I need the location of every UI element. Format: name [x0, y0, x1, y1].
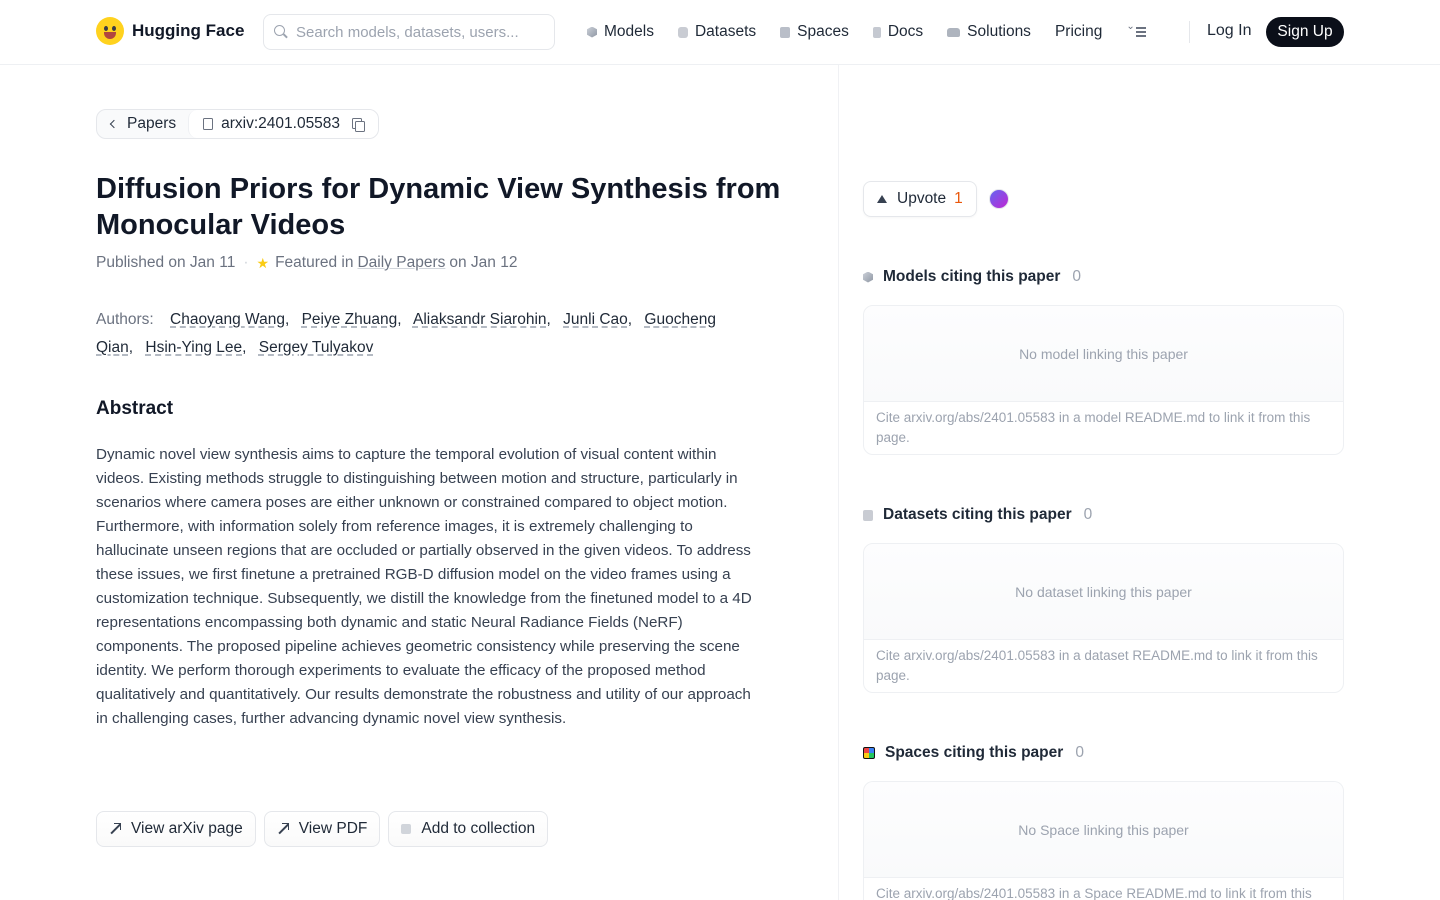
external-arrow-icon — [277, 823, 289, 835]
nav-pricing-label: Pricing — [1054, 23, 1103, 40]
published-date: Published on Jan 11 — [96, 254, 236, 271]
nav-solutions-label: Solutions — [967, 23, 1031, 40]
author-link[interactable]: Hsin-Ying Lee — [145, 339, 242, 356]
models-citing-count: 0 — [1072, 268, 1082, 285]
authors-list: Authors: Chaoyang Wang, Peiye Zhuang, Al… — [96, 311, 716, 356]
spaces-cite-note: Cite arxiv.org/abs/2401.05583 in a Space… — [876, 886, 1312, 900]
copy-icon[interactable] — [352, 118, 366, 132]
datasets-cite-note: Cite arxiv.org/abs/2401.05583 in a datas… — [876, 648, 1318, 683]
spaces-citing-title: Spaces citing this paper — [885, 744, 1064, 761]
paper-title: Diffusion Priors for Dynamic View Synthe… — [96, 173, 781, 241]
upvote-button[interactable]: Upvote 1 — [863, 181, 977, 217]
view-arxiv-label: View arXiv page — [131, 820, 243, 837]
chevron-left-icon — [109, 119, 119, 129]
add-to-collection-button[interactable]: Add to collection — [388, 811, 549, 847]
top-header: Hugging Face Models Datasets Spaces Docs… — [0, 0, 1440, 65]
spaces-icon — [863, 747, 875, 759]
header-divider — [1189, 21, 1190, 43]
view-pdf-button[interactable]: View PDF — [263, 811, 381, 847]
upvote-label: Upvote — [897, 190, 947, 207]
nav-models-label: Models — [604, 23, 654, 40]
author-link[interactable]: Chaoyang Wang — [170, 311, 285, 328]
models-icon — [587, 26, 597, 38]
nav-spaces-label: Spaces — [797, 23, 849, 40]
main-nav: Models Datasets Spaces Docs Solutions Pr… — [587, 20, 1147, 44]
search-box[interactable] — [263, 14, 555, 50]
models-cite-note: Cite arxiv.org/abs/2401.05583 in a model… — [876, 410, 1311, 445]
search-icon — [274, 25, 288, 39]
nav-docs-label: Docs — [887, 23, 924, 40]
datasets-icon — [677, 26, 688, 38]
datasets-icon — [863, 509, 873, 521]
collection-icon — [401, 824, 412, 834]
models-empty-state: No model linking this paper — [864, 306, 1343, 402]
datasets-citing-title: Datasets citing this paper — [883, 506, 1072, 523]
datasets-citing-card: No dataset linking this paper Cite arxiv… — [863, 543, 1344, 693]
nav-models[interactable]: Models — [587, 23, 654, 41]
spaces-icon — [780, 26, 791, 38]
nav-solutions[interactable]: Solutions — [947, 23, 1031, 41]
file-icon — [203, 118, 214, 130]
back-label: Papers — [127, 115, 177, 132]
models-citing-title: Models citing this paper — [883, 268, 1061, 285]
add-collection-label: Add to collection — [421, 820, 536, 837]
spaces-empty-state: No Space linking this paper — [864, 782, 1343, 878]
nav-datasets[interactable]: Datasets — [677, 23, 757, 41]
paper-actions: View arXiv page View PDF Add to collecti… — [96, 811, 549, 847]
author-link[interactable]: Aliaksandr Siarohin — [413, 311, 547, 328]
nav-pricing[interactable]: Pricing — [1055, 23, 1102, 41]
paper-id-chip: arxiv:2401.05583 — [188, 110, 379, 138]
spaces-citing-count: 0 — [1075, 744, 1084, 761]
datasets-citing-count: 0 — [1083, 506, 1093, 523]
view-arxiv-button[interactable]: View arXiv page — [96, 811, 256, 847]
featured-prefix: Featured in — [275, 254, 354, 271]
back-to-papers-link[interactable]: Papers — [97, 110, 188, 138]
nav-spaces[interactable]: Spaces — [780, 23, 849, 41]
search-input[interactable] — [296, 23, 536, 41]
spaces-citing-heading: Spaces citing this paper 0 — [863, 744, 1084, 762]
signup-button[interactable]: Sign Up — [1266, 17, 1344, 47]
daily-papers-link[interactable]: Daily Papers — [357, 254, 445, 272]
paper-id: arxiv:2401.05583 — [221, 115, 341, 132]
author-link[interactable]: Peiye Zhuang — [302, 311, 398, 328]
author-link[interactable]: Sergey Tulyakov — [259, 339, 374, 356]
breadcrumb: Papers arxiv:2401.05583 — [96, 109, 380, 139]
featured-suffix: on Jan 12 — [449, 254, 518, 271]
external-arrow-icon — [109, 823, 121, 835]
brand-logo[interactable]: Hugging Face — [96, 17, 244, 45]
paper-meta: Published on Jan 11 · ★ Featured in Dail… — [96, 254, 517, 272]
models-citing-heading: Models citing this paper 0 — [863, 268, 1081, 286]
models-citing-card: No model linking this paper Cite arxiv.o… — [863, 305, 1344, 455]
star-icon: ★ — [256, 254, 270, 271]
view-pdf-label: View PDF — [298, 820, 368, 837]
meta-separator: · — [243, 254, 249, 271]
abstract-heading: Abstract — [96, 398, 174, 419]
authors-label: Authors: — [96, 311, 154, 328]
docs-icon — [872, 26, 881, 38]
upvote-count: 1 — [954, 190, 963, 207]
spaces-citing-card: No Space linking this paper Cite arxiv.o… — [863, 781, 1344, 900]
nav-datasets-label: Datasets — [694, 23, 757, 40]
models-icon — [863, 271, 873, 283]
upvote-arrow-icon — [877, 195, 887, 203]
upvoter-avatar[interactable] — [989, 189, 1009, 209]
datasets-citing-heading: Datasets citing this paper 0 — [863, 506, 1092, 524]
more-menu-icon[interactable] — [1126, 21, 1147, 38]
hugging-face-emoji-icon — [96, 17, 124, 45]
column-divider — [838, 65, 839, 900]
login-link[interactable]: Log In — [1207, 22, 1251, 40]
datasets-empty-state: No dataset linking this paper — [864, 544, 1343, 640]
nav-docs[interactable]: Docs — [872, 23, 924, 41]
solutions-icon — [947, 27, 961, 37]
author-link[interactable]: Junli Cao — [563, 311, 628, 328]
brand-name: Hugging Face — [132, 21, 245, 40]
abstract-text: Dynamic novel view synthesis aims to cap… — [96, 446, 752, 727]
